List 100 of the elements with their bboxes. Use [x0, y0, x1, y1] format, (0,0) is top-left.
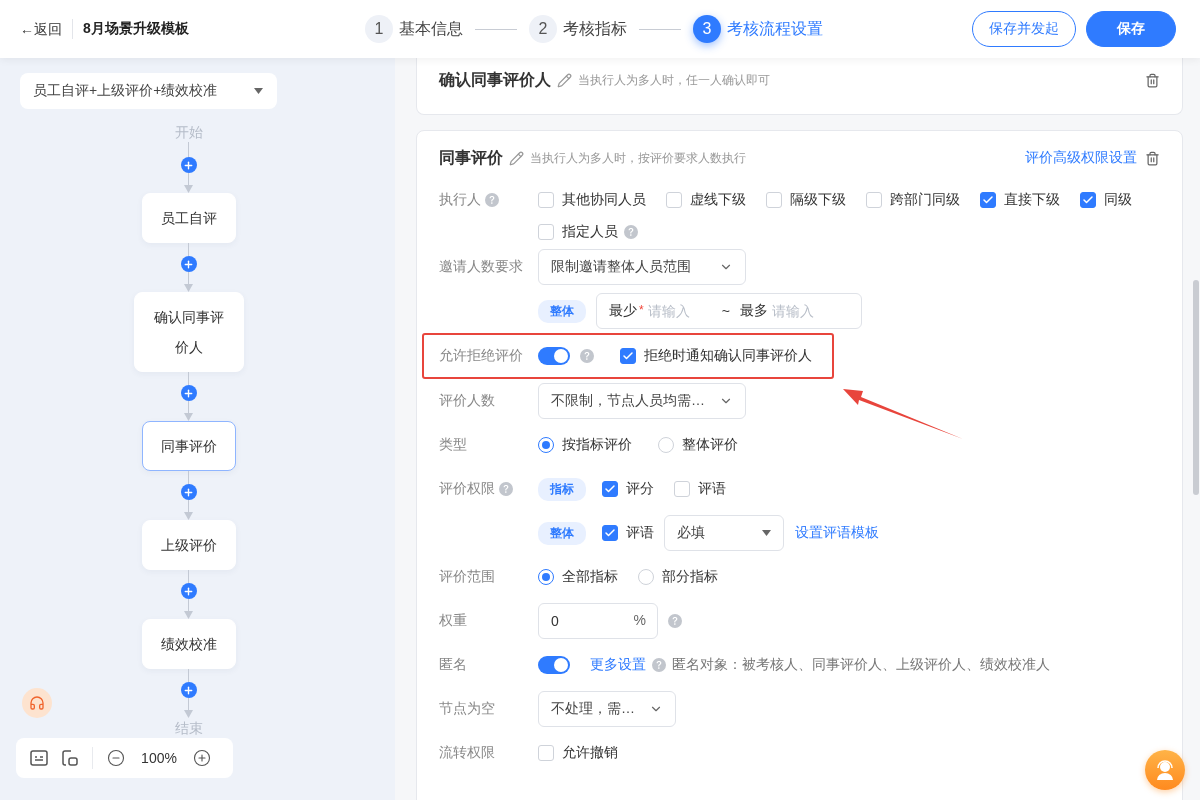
- radio-option[interactable]: 全部指标: [538, 568, 618, 586]
- radio-option[interactable]: 按指标评价: [538, 436, 632, 454]
- field-label: 权重: [439, 612, 467, 630]
- step-label: 考核指标: [563, 18, 627, 39]
- add-node-button[interactable]: [180, 484, 197, 500]
- checkbox-option[interactable]: 直接下级: [980, 191, 1060, 209]
- card-title: 确认同事评价人: [439, 69, 551, 90]
- card-title: 同事评价: [439, 147, 503, 168]
- flow-node[interactable]: 同事评价: [141, 421, 236, 471]
- checkbox[interactable]: [602, 525, 618, 541]
- page-title: 8月场景升级模板: [83, 20, 189, 38]
- back-link[interactable]: ←返回: [20, 19, 73, 39]
- zoom-out-icon[interactable]: [107, 749, 125, 767]
- check-icon: [1082, 194, 1094, 206]
- step-number: 2: [529, 15, 557, 43]
- field-label: 执行人: [439, 191, 481, 209]
- flow-node[interactable]: 上级评价: [141, 520, 236, 570]
- checkbox-option[interactable]: 跨部门同级: [866, 191, 960, 209]
- radio-button[interactable]: [538, 437, 554, 453]
- field-label: 评价人数: [439, 392, 495, 410]
- checkbox-option[interactable]: 允许撤销: [538, 744, 618, 762]
- add-node-button[interactable]: [180, 256, 197, 272]
- invite-select[interactable]: 限制邀请整体人员范围: [538, 249, 746, 285]
- checkbox-option[interactable]: 评语: [674, 480, 726, 498]
- step-number: 3: [693, 15, 721, 43]
- help-icon: [624, 225, 638, 239]
- help-icon: [668, 614, 682, 628]
- zoom-level: 100%: [140, 750, 178, 766]
- save-button[interactable]: 保存: [1086, 11, 1176, 47]
- flow-node[interactable]: 员工自评: [141, 193, 236, 243]
- checkbox[interactable]: [1080, 192, 1096, 208]
- check-icon: [604, 483, 616, 495]
- field-label: 评价权限: [439, 480, 495, 498]
- checkbox-option[interactable]: 评语: [602, 524, 654, 542]
- delete-icon[interactable]: [1145, 150, 1160, 166]
- range-separator: ~: [721, 303, 730, 319]
- radio-option[interactable]: 部分指标: [638, 568, 718, 586]
- step-label: 考核流程设置: [727, 18, 823, 39]
- required-mark: *: [639, 303, 644, 317]
- edit-icon[interactable]: [509, 150, 524, 166]
- add-node-button[interactable]: [180, 157, 197, 173]
- toggle-switch[interactable]: [538, 347, 570, 365]
- checkbox[interactable]: [602, 481, 618, 497]
- checkbox-option[interactable]: 拒绝时通知确认同事评价人: [620, 347, 812, 365]
- empty-node-select[interactable]: 不处理，需…: [538, 691, 676, 727]
- unit-label: %: [633, 612, 646, 628]
- field-label: 流转权限: [439, 744, 495, 762]
- checkbox-option[interactable]: 其他协同人员: [538, 191, 646, 209]
- save-and-start-button[interactable]: 保存并发起: [972, 11, 1076, 47]
- scope-tag: 指标: [538, 477, 586, 501]
- radio-option[interactable]: 整体评价: [658, 436, 738, 454]
- checkbox-option[interactable]: 隔级下级: [766, 191, 846, 209]
- comment-template-link[interactable]: 设置评语模板: [795, 524, 879, 542]
- minimap-icon[interactable]: [30, 750, 48, 766]
- flow-node[interactable]: 确认同事评价人: [133, 292, 244, 372]
- plus-icon: [183, 486, 194, 498]
- fit-view-icon[interactable]: [62, 750, 78, 766]
- max-label: 最多: [739, 302, 768, 320]
- checkbox[interactable]: [620, 348, 636, 364]
- checkbox-option[interactable]: 同级: [1080, 191, 1132, 209]
- add-node-button[interactable]: [180, 385, 197, 401]
- checkbox-option[interactable]: 指定人员: [538, 223, 618, 241]
- add-node-button[interactable]: [180, 682, 197, 698]
- help-icon: [485, 193, 499, 207]
- field-label: 匿名: [439, 656, 467, 674]
- field-label: 节点为空: [439, 700, 495, 718]
- flow-node[interactable]: 绩效校准: [141, 619, 236, 669]
- toggle-switch[interactable]: [538, 656, 570, 674]
- check-icon: [604, 527, 616, 539]
- field-label: 类型: [439, 436, 467, 454]
- edit-icon[interactable]: [557, 72, 572, 88]
- caret-icon: [254, 88, 263, 94]
- checkbox[interactable]: [980, 192, 996, 208]
- checkbox-option[interactable]: 评分: [602, 480, 654, 498]
- delete-icon[interactable]: [1145, 72, 1160, 88]
- min-label: 最少: [609, 302, 637, 320]
- plus-icon: [183, 387, 194, 399]
- field-label: 允许拒绝评价: [439, 347, 523, 365]
- required-select[interactable]: 必填: [664, 515, 784, 551]
- scope-tag: 整体: [538, 521, 586, 545]
- plus-icon: [183, 258, 194, 270]
- help-icon: [499, 482, 513, 496]
- plus-icon: [183, 585, 194, 597]
- plus-icon: [183, 684, 194, 696]
- count-select[interactable]: 不限制，节点人员均需…: [538, 383, 746, 419]
- check-icon: [622, 350, 634, 362]
- add-node-button[interactable]: [180, 583, 197, 599]
- more-settings-link[interactable]: 更多设置: [590, 656, 646, 674]
- radio-button[interactable]: [538, 569, 554, 585]
- scope-tag: 整体: [538, 299, 586, 323]
- headset-icon[interactable]: [22, 688, 52, 718]
- template-select[interactable]: 员工自评+上级评价+绩效校准: [20, 73, 277, 109]
- support-avatar-icon[interactable]: [1145, 750, 1185, 790]
- field-label: 评价范围: [439, 568, 495, 586]
- help-icon: [580, 349, 594, 363]
- step-number: 1: [365, 15, 393, 43]
- permission-settings-link[interactable]: 评价高级权限设置: [1025, 149, 1137, 167]
- zoom-in-icon[interactable]: [193, 749, 211, 767]
- card-hint: 当执行人为多人时，按评价要求人数执行: [530, 149, 746, 167]
- checkbox-option[interactable]: 虚线下级: [666, 191, 746, 209]
